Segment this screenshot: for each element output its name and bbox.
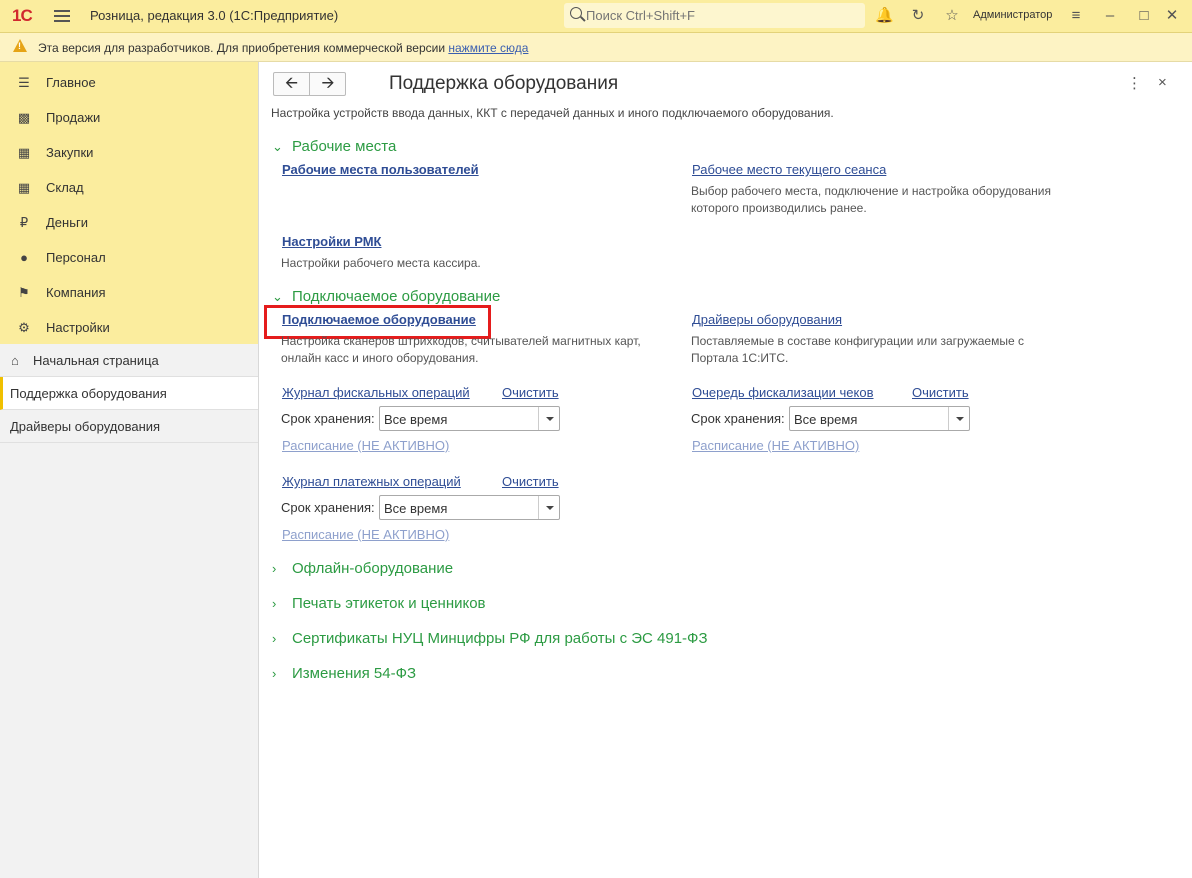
payment-log-link[interactable]: Журнал платежных операций <box>282 474 461 489</box>
developer-warning-bar: Эта версия для разработчиков. Для приобр… <box>0 33 1192 62</box>
open-window-home[interactable]: ⌂ Начальная страница <box>0 344 258 377</box>
fiscal-log-clear-link[interactable]: Очистить <box>502 385 559 400</box>
close-icon[interactable]: ✕ <box>1163 7 1181 25</box>
flag-icon: ⚑ <box>18 285 30 300</box>
warning-link[interactable]: нажмите сюда <box>448 41 528 55</box>
payment-log-clear-link[interactable]: Очистить <box>502 474 559 489</box>
workplaces-users-link[interactable]: Рабочие места пользователей <box>282 162 479 177</box>
group-workplaces[interactable]: ⌄ Рабочие места <box>272 138 396 155</box>
chevron-down-icon: ⌄ <box>272 289 283 304</box>
title-bar: 1С Розница, редакция 3.0 (1С:Предприятие… <box>0 0 1192 33</box>
app-title: Розница, редакция 3.0 (1С:Предприятие) <box>90 8 339 23</box>
navigation-buttons: 🡨 🡪 <box>273 72 346 96</box>
queue-storage-select[interactable]: Все время <box>789 406 970 431</box>
minimize-icon[interactable]: – <box>1101 7 1119 25</box>
group-certificates[interactable]: › Сертификаты НУЦ Минцифры РФ для работы … <box>272 630 708 647</box>
user-name[interactable]: Администратор <box>973 9 1052 21</box>
group-label-printing[interactable]: › Печать этикеток и ценников <box>272 595 486 612</box>
drivers-link[interactable]: Драйверы оборудования <box>692 312 842 327</box>
main-form: 🡨 🡪 Поддержка оборудования ⋮ × Настройка… <box>260 62 1192 878</box>
fiscal-schedule-link[interactable]: Расписание (НЕ АКТИВНО) <box>282 438 449 453</box>
menu-icon: ☰ <box>18 75 30 90</box>
rmk-settings-link[interactable]: Настройки РМК <box>282 234 381 249</box>
queue-clear-link[interactable]: Очистить <box>912 385 969 400</box>
sections-panel: ☰ Главное ▩ Продажи ▦ Закупки ▦ Склад ₽ Деньг… <box>0 62 258 344</box>
warning-text: Эта версия для разработчиков. Для приобр… <box>38 41 529 55</box>
warehouse-icon: ▦ <box>17 180 31 195</box>
queue-schedule-link[interactable]: Расписание (НЕ АКТИВНО) <box>692 438 859 453</box>
current-workplace-note: Выбор рабочего места, подключение и наст… <box>691 184 1051 215</box>
history-icon[interactable]: ↻ <box>909 7 927 25</box>
more-actions-icon[interactable]: ⋮ <box>1127 74 1142 92</box>
maximize-icon[interactable]: □ <box>1135 7 1153 25</box>
chevron-right-icon: › <box>272 666 277 681</box>
page-description: Настройка устройств ввода данных, ККТ с … <box>271 106 834 120</box>
search-input[interactable] <box>586 6 856 25</box>
warning-icon <box>13 39 27 52</box>
search-box[interactable] <box>564 3 865 28</box>
open-window-drivers[interactable]: Драйверы оборудования <box>0 410 258 443</box>
chevron-right-icon: › <box>272 561 277 576</box>
group-offline-equipment[interactable]: › Офлайн-оборудование <box>272 560 453 577</box>
payment-schedule-link[interactable]: Расписание (НЕ АКТИВНО) <box>282 527 449 542</box>
chevron-down-icon: ⌄ <box>272 139 283 154</box>
cart-icon: ▦ <box>17 145 31 160</box>
section-sales[interactable]: ▩ Продажи <box>0 100 258 135</box>
settings-icon[interactable]: ≡ <box>1067 7 1085 25</box>
1c-logo: 1С <box>12 6 33 25</box>
section-purchases[interactable]: ▦ Закупки <box>0 135 258 170</box>
current-workplace-link[interactable]: Рабочее место текущего сеанса <box>692 162 886 177</box>
section-warehouse[interactable]: ▦ Склад <box>0 170 258 205</box>
chevron-right-icon: › <box>272 631 277 646</box>
group-54fz-changes[interactable]: › Изменения 54-ФЗ <box>272 665 416 682</box>
star-icon[interactable]: ☆ <box>943 7 961 25</box>
ruble-icon: ₽ <box>19 215 29 230</box>
page-title: Поддержка оборудования <box>389 73 619 94</box>
search-icon <box>570 7 582 19</box>
home-icon: ⌂ <box>11 353 19 368</box>
drivers-note: Поставляемые в составе конфигурации или … <box>691 334 1024 365</box>
section-money[interactable]: ₽ Деньги <box>0 205 258 240</box>
queue-storage-label: Срок хранения: <box>691 411 785 426</box>
group-equipment[interactable]: ⌄ Подключаемое оборудование <box>272 288 500 305</box>
fiscal-log-link[interactable]: Журнал фискальных операций <box>282 385 470 400</box>
section-settings[interactable]: ⚙ Настройки <box>0 310 258 345</box>
section-personnel[interactable]: ● Персонал <box>0 240 258 275</box>
forward-arrow-icon[interactable]: 🡪 <box>310 73 346 95</box>
back-arrow-icon[interactable]: 🡨 <box>274 73 310 95</box>
receipt-queue-link[interactable]: Очередь фискализации чеков <box>692 385 874 400</box>
form-close-icon[interactable]: × <box>1158 74 1167 91</box>
basket-icon: ▩ <box>17 110 31 125</box>
payment-storage-label: Срок хранения: <box>281 500 375 515</box>
section-company[interactable]: ⚑ Компания <box>0 275 258 310</box>
payment-storage-select[interactable]: Все время <box>379 495 560 520</box>
bell-icon[interactable]: 🔔 <box>875 7 894 25</box>
gear-icon: ⚙ <box>18 320 30 335</box>
chevron-down-icon[interactable] <box>948 407 969 430</box>
chevron-down-icon[interactable] <box>538 496 559 519</box>
open-window-equipment-support[interactable]: Поддержка оборудования <box>0 377 258 410</box>
left-panel: ☰ Главное ▩ Продажи ▦ Закупки ▦ Склад ₽ Деньг… <box>0 62 259 878</box>
chevron-down-icon[interactable] <box>538 407 559 430</box>
fiscal-storage-select[interactable]: Все время <box>379 406 560 431</box>
section-main[interactable]: ☰ Главное <box>0 65 258 100</box>
people-icon: ● <box>20 250 28 265</box>
rmk-settings-note: Настройки рабочего места кассира. <box>281 256 481 270</box>
equipment-note: Настройка сканеров штрихкодов, считывате… <box>281 334 641 365</box>
chevron-right-icon: › <box>272 596 277 611</box>
fiscal-storage-label: Срок хранения: <box>281 411 375 426</box>
main-menu-button[interactable] <box>54 8 70 24</box>
